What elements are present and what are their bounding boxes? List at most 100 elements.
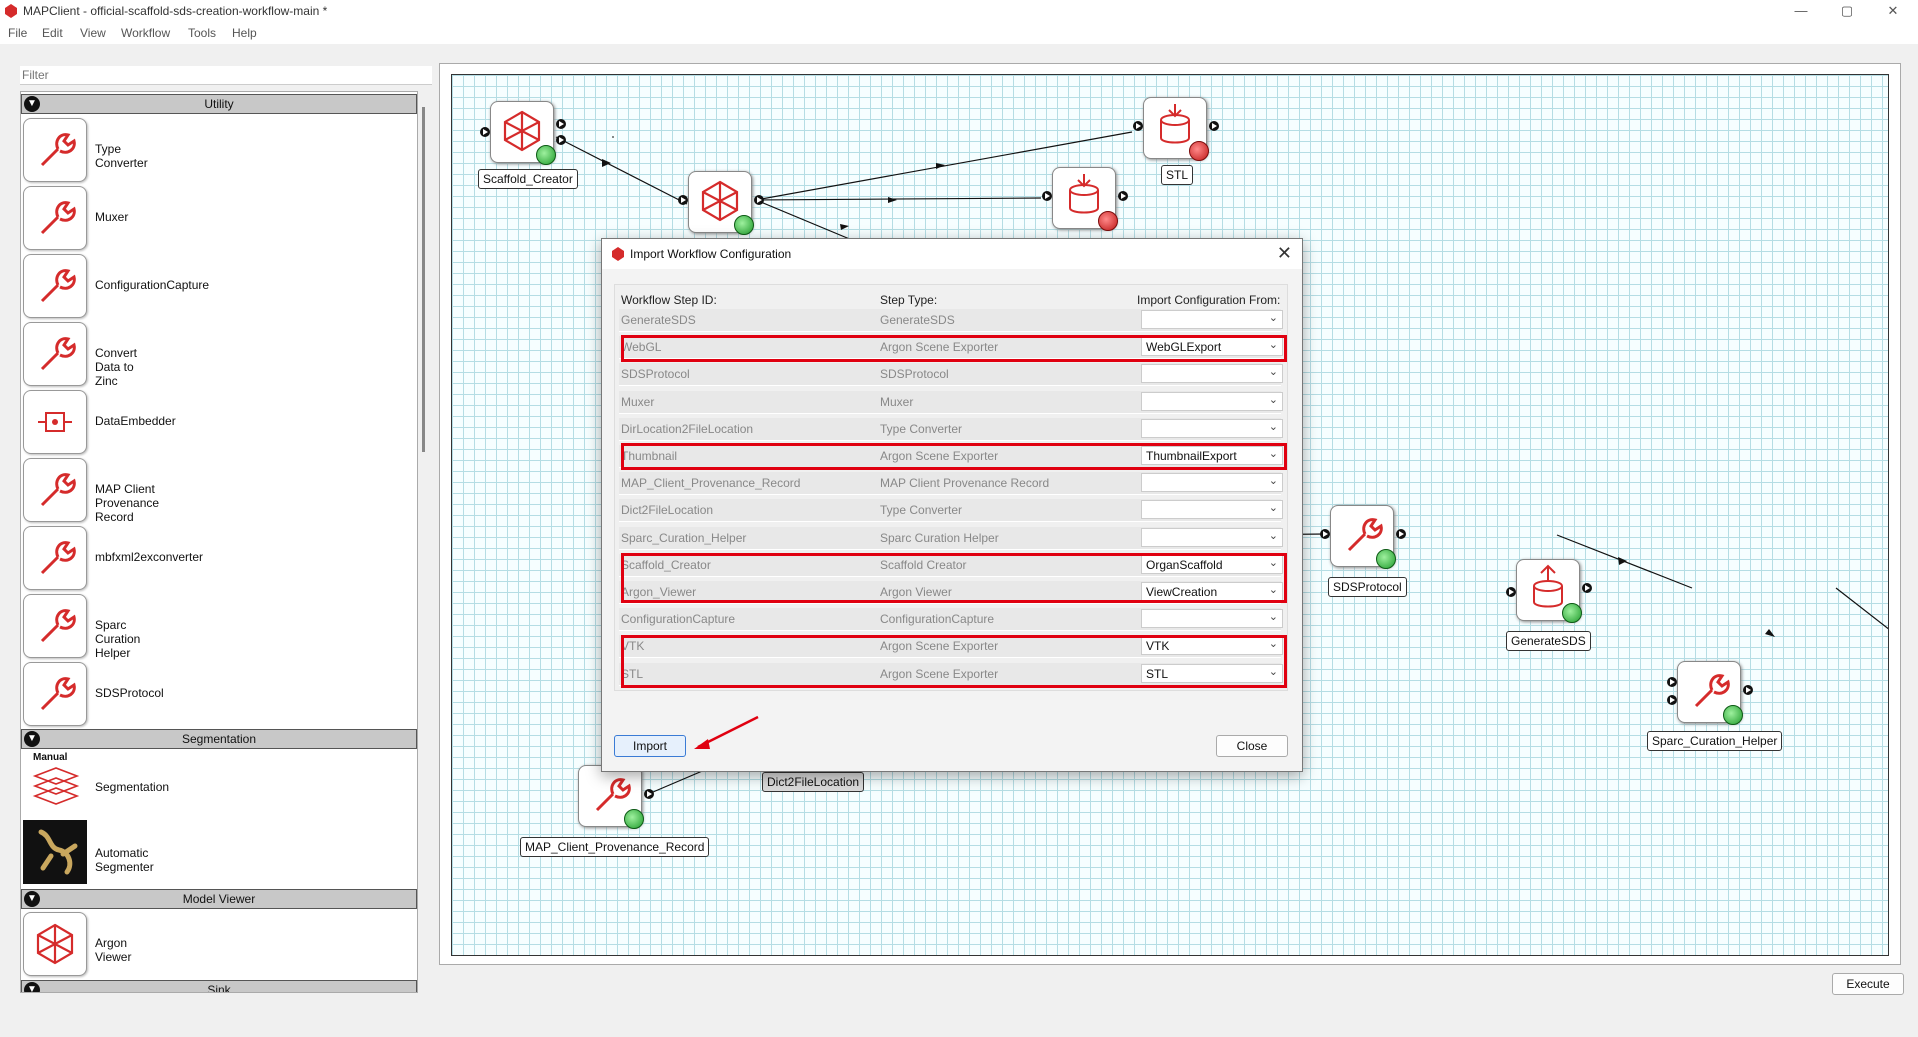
plugin-convert-data-to-zinc[interactable]: Convert Data to Zinc [23, 322, 137, 388]
input-port-icon[interactable] [1667, 677, 1677, 687]
category-sink[interactable]: ▼ Sink [21, 980, 417, 992]
menu-help[interactable]: Help [232, 26, 257, 40]
category-utility[interactable]: ▼ Utility [21, 94, 417, 114]
plugin-sds-protocol[interactable]: SDSProtocol [23, 662, 164, 726]
output-port-icon[interactable] [644, 789, 654, 799]
import-workflow-configuration-dialog: Import Workflow Configuration ✕ Workflow… [601, 238, 1303, 772]
chevron-down-icon[interactable]: ⌄ [1269, 610, 1278, 623]
highlight-scaffold-viewer [621, 553, 1287, 603]
status-ok-icon [536, 145, 556, 165]
output-port-icon[interactable] [1743, 685, 1753, 695]
import-from-select[interactable]: ⌄ [1141, 391, 1283, 411]
output-port-icon[interactable] [556, 119, 566, 129]
minimize-button[interactable]: — [1778, 0, 1824, 22]
chevron-down-icon[interactable]: ⌄ [1269, 311, 1278, 324]
cell-step-id: Dict2FileLocation [621, 503, 714, 518]
plugin-segmentation[interactable]: Manual Segmentation [23, 752, 169, 816]
step-label: Sparc_Curation_Helper [1647, 731, 1783, 751]
output-port-icon[interactable] [556, 135, 566, 145]
import-from-select[interactable]: ⌄ [1141, 609, 1283, 629]
chevron-down-icon[interactable]: ⌄ [1269, 529, 1278, 542]
embedder-icon [38, 412, 72, 432]
input-port-icon[interactable] [1320, 529, 1330, 539]
import-from-select[interactable]: ⌄ [1141, 500, 1283, 520]
input-port-icon[interactable] [480, 127, 490, 137]
cell-step-id: Muxer [621, 394, 655, 409]
close-icon[interactable]: ✕ [1277, 243, 1292, 264]
output-port-icon[interactable] [1582, 583, 1592, 593]
menu-edit[interactable]: Edit [42, 26, 63, 40]
collapse-arrow-icon[interactable]: ▼ [24, 731, 40, 747]
cell-step-type: Sparc Curation Helper [880, 530, 999, 545]
plugin-configuration-capture[interactable]: ConfigurationCapture [23, 254, 209, 318]
app-logo-icon [612, 247, 624, 261]
wrench-icon [40, 609, 76, 643]
plugin-label: Argon Viewer [95, 936, 132, 964]
plugin-argon-viewer[interactable]: Argon Viewer [23, 912, 131, 976]
wrench-icon [40, 541, 76, 575]
input-port-icon[interactable] [1506, 587, 1516, 597]
import-from-select[interactable]: ⌄ [1141, 473, 1283, 493]
plugin-automatic-segmenter[interactable]: Automatic Segmenter [23, 820, 154, 884]
import-from-select[interactable]: ⌄ [1141, 527, 1283, 547]
wrench-icon [40, 473, 76, 507]
menu-file[interactable]: File [8, 26, 27, 40]
category-segmentation[interactable]: ▼ Segmentation [21, 729, 417, 749]
step-label: MAP_Client_Provenance_Record [520, 837, 710, 857]
chevron-down-icon[interactable]: ⌄ [1269, 420, 1278, 433]
close-button[interactable]: Close [1216, 735, 1288, 757]
plugin-panel-scrollbar[interactable] [420, 91, 428, 991]
wrench-icon [40, 269, 76, 303]
plugin-sparc-curation-helper[interactable]: Sparc Curation Helper [23, 594, 140, 660]
highlight-thumbnail [621, 443, 1287, 470]
import-button[interactable]: Import [614, 735, 686, 757]
output-port-icon[interactable] [1209, 121, 1219, 131]
filter-input[interactable] [20, 66, 436, 84]
plugin-type-converter[interactable]: Type Converter [23, 118, 148, 182]
menu-workflow[interactable]: Workflow [121, 26, 170, 40]
input-port-icon[interactable] [1042, 191, 1052, 201]
plugin-icon-box [23, 390, 87, 454]
cell-step-id: Sparc_Curation_Helper [621, 530, 747, 545]
plugin-provenance-record[interactable]: MAP Client Provenance Record [23, 458, 159, 524]
output-port-icon[interactable] [1118, 191, 1128, 201]
output-port-icon[interactable] [754, 195, 764, 205]
input-port-icon[interactable] [1133, 121, 1143, 131]
chevron-down-icon[interactable]: ⌄ [1269, 474, 1278, 487]
maximize-button[interactable]: ▢ [1824, 0, 1870, 22]
plugin-mbfxml2exconverter[interactable]: mbfxml2exconverter [23, 526, 203, 590]
menu-tools[interactable]: Tools [188, 26, 216, 40]
collapse-arrow-icon[interactable]: ▼ [24, 96, 40, 112]
output-port-icon[interactable] [1396, 529, 1406, 539]
plugin-icon-box [23, 594, 87, 658]
collapse-arrow-icon[interactable]: ▼ [24, 891, 40, 907]
highlight-vtk-stl [621, 635, 1287, 688]
chevron-down-icon[interactable]: ⌄ [1269, 393, 1278, 406]
chevron-down-icon[interactable]: ⌄ [1269, 501, 1278, 514]
step-label-dict2filelocation[interactable]: Dict2FileLocation [762, 772, 865, 792]
import-from-select[interactable]: ⌄ [1141, 418, 1283, 438]
plugin-muxer[interactable]: Muxer [23, 186, 128, 250]
status-ok-icon [734, 215, 754, 235]
header-step-type: Step Type: [880, 293, 938, 307]
input-port-icon[interactable] [678, 195, 688, 205]
plugin-label: Convert Data to Zinc [95, 346, 138, 388]
import-from-select[interactable]: ⌄ [1141, 364, 1283, 384]
chevron-down-icon[interactable]: ⌄ [1269, 365, 1278, 378]
execute-button[interactable]: Execute [1832, 973, 1904, 995]
segmentation-icon [32, 767, 80, 805]
category-model-viewer[interactable]: ▼ Model Viewer [21, 889, 417, 909]
cell-step-id: ConfigurationCapture [621, 612, 736, 627]
close-window-button[interactable]: ✕ [1870, 0, 1916, 22]
plugin-data-embedder[interactable]: DataEmbedder [23, 390, 176, 454]
plugin-icon-box [23, 254, 87, 318]
status-ok-icon [1376, 549, 1396, 569]
menu-bar: File Edit View Workflow Tools Help [0, 22, 1918, 44]
import-from-select[interactable]: ⌄ [1141, 310, 1283, 329]
scrollbar-thumb[interactable] [422, 107, 425, 452]
menu-view[interactable]: View [80, 26, 106, 40]
cell-step-type: ConfigurationCapture [880, 612, 995, 627]
input-port-icon[interactable] [1667, 695, 1677, 705]
dialog-title-bar: Import Workflow Configuration ✕ [602, 239, 1302, 269]
collapse-arrow-icon[interactable]: ▼ [24, 982, 40, 992]
